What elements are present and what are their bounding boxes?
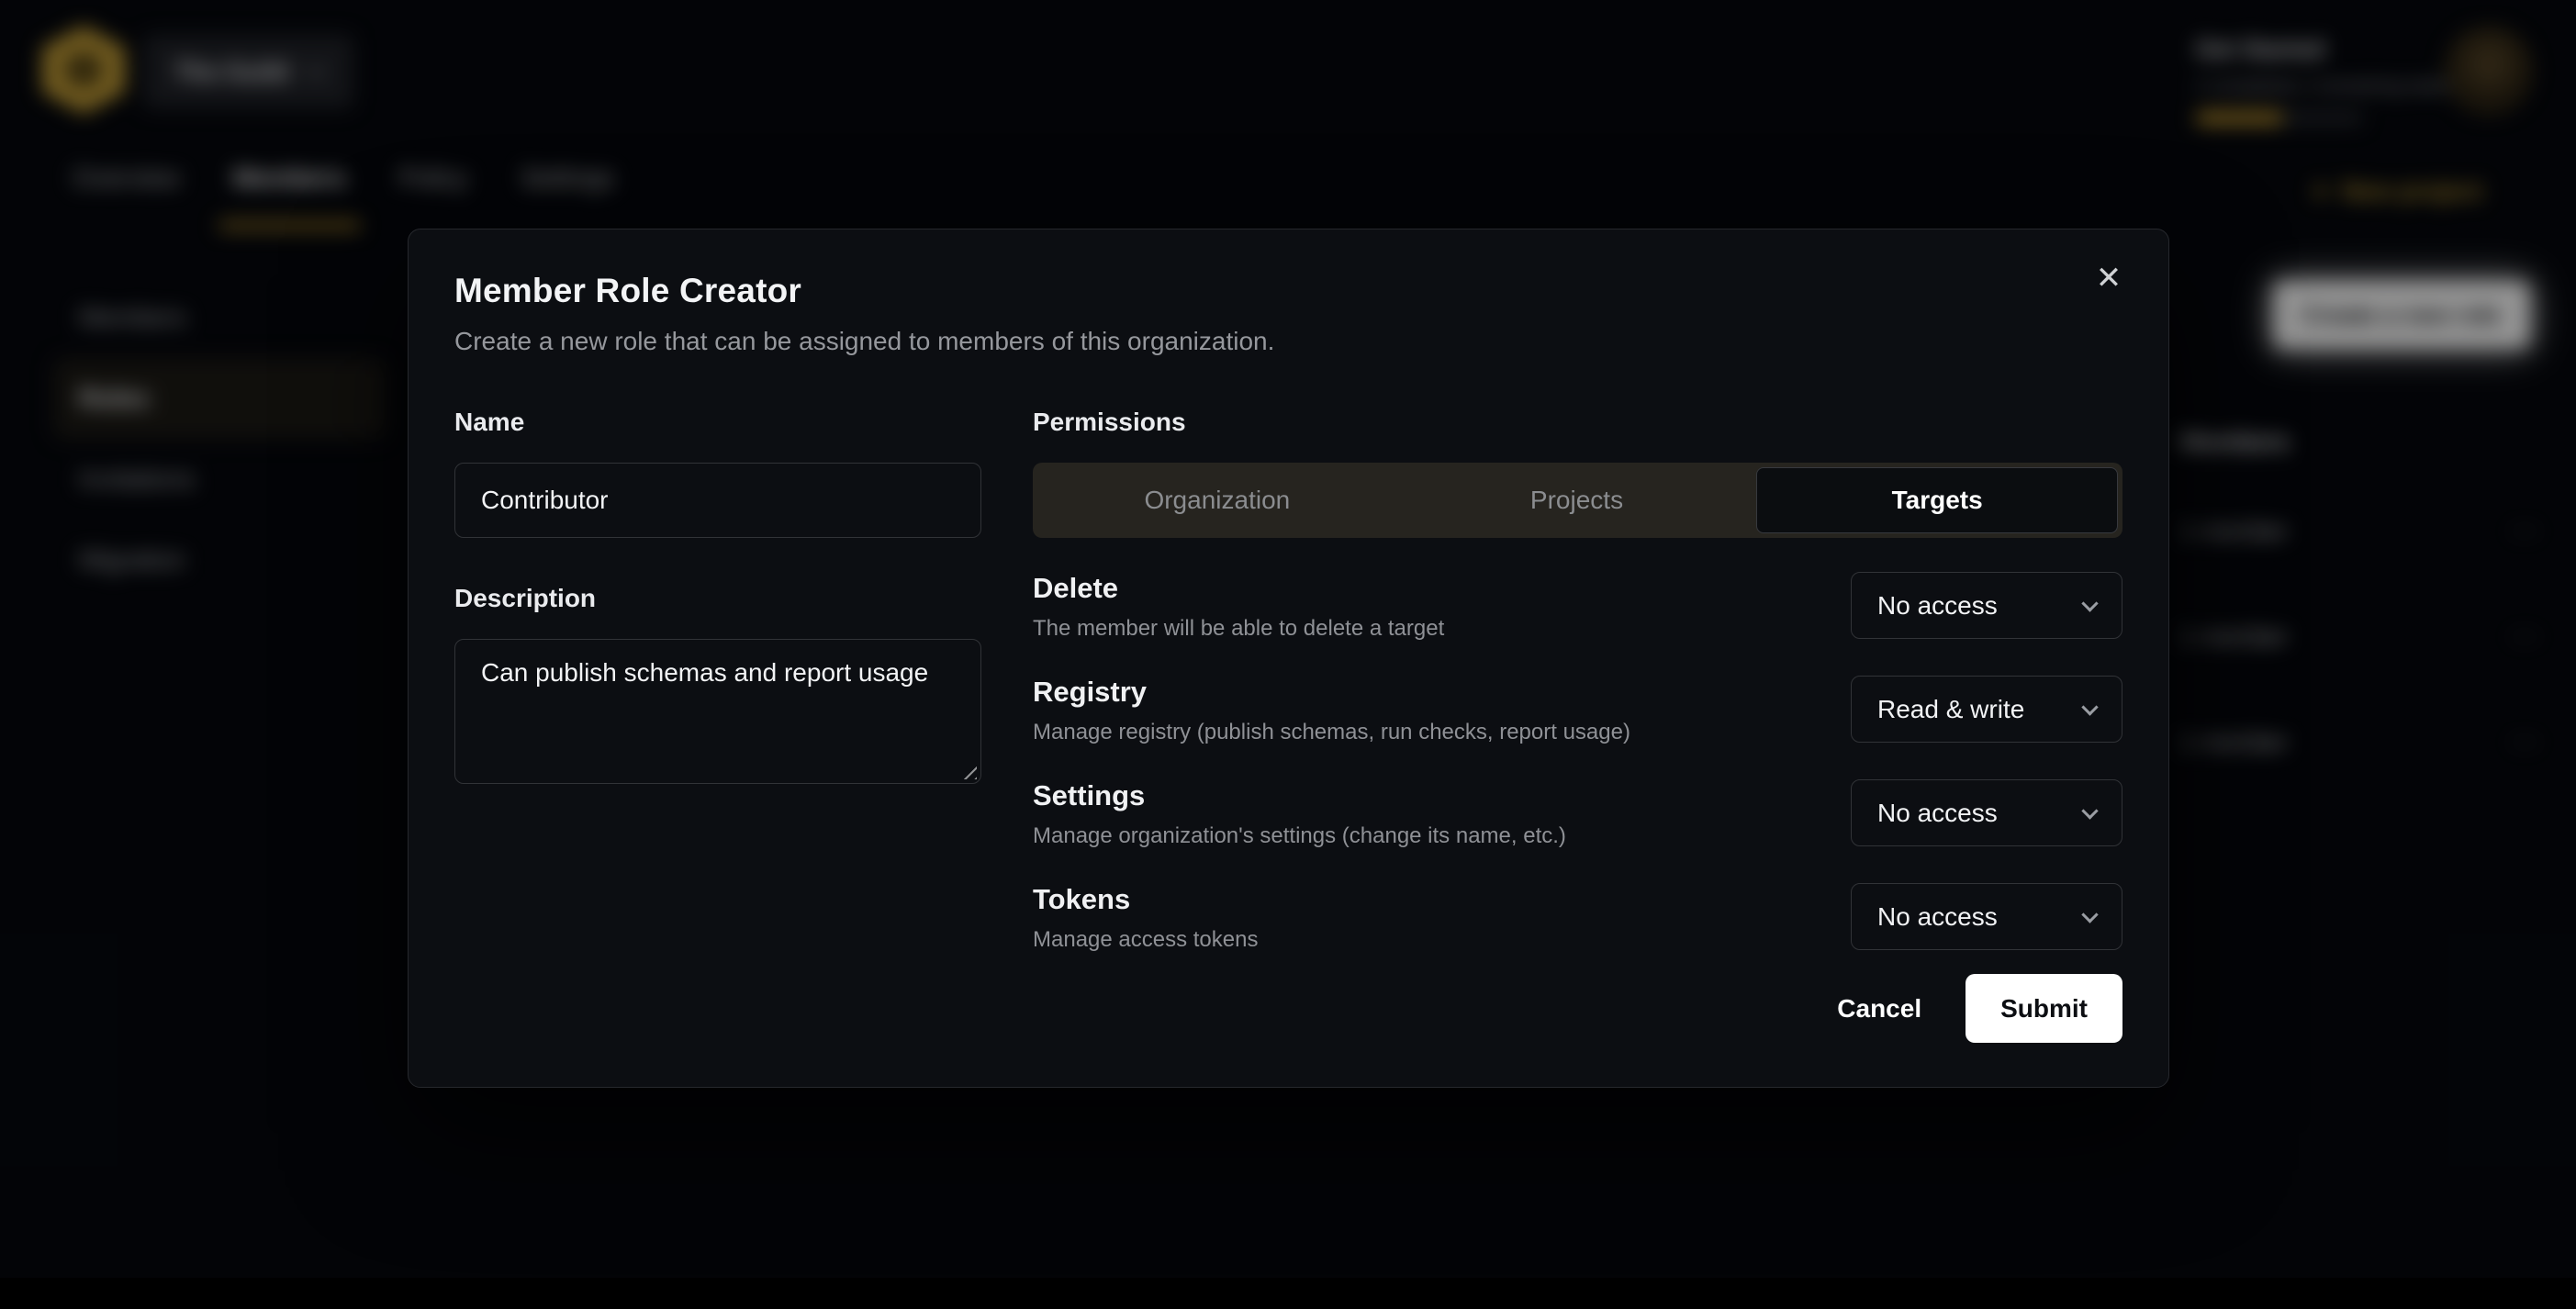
permissions-tablist: Organization Projects Targets xyxy=(1033,463,2122,538)
description-field-frame: Can publish schemas and report usage xyxy=(454,639,981,784)
permissions-tab-targets[interactable]: Targets xyxy=(1756,467,2118,533)
dialog-subtitle: Create a new role that can be assigned t… xyxy=(454,327,2122,356)
registry-access-select[interactable]: Read & write xyxy=(1851,676,2122,743)
permissions-tab-organization[interactable]: Organization xyxy=(1037,467,1397,533)
permission-info: Registry Manage registry (publish schema… xyxy=(1033,676,1630,745)
permissions-label: Permissions xyxy=(1033,408,2122,437)
permission-info: Tokens Manage access tokens xyxy=(1033,883,1258,953)
delete-access-select[interactable]: No access xyxy=(1851,572,2122,639)
permission-row-tokens: Tokens Manage access tokens No access xyxy=(1033,883,2122,953)
member-role-creator-dialog: Member Role Creator Create a new role th… xyxy=(408,229,2169,1088)
name-label: Name xyxy=(454,408,981,437)
permission-row-settings: Settings Manage organization's settings … xyxy=(1033,779,2122,849)
submit-button[interactable]: Submit xyxy=(1966,974,2122,1043)
form-left-column: Name Description Can publish schemas and… xyxy=(454,408,981,953)
name-input[interactable] xyxy=(454,463,981,538)
permission-description: Manage access tokens xyxy=(1033,927,1258,953)
tokens-access-select[interactable]: No access xyxy=(1851,883,2122,950)
description-textarea[interactable]: Can publish schemas and report usage xyxy=(455,640,980,783)
permission-info: Settings Manage organization's settings … xyxy=(1033,779,1566,849)
select-value: No access xyxy=(1877,799,1998,828)
permission-info: Delete The member will be able to delete… xyxy=(1033,572,1444,642)
chevron-down-icon xyxy=(2081,906,2098,923)
app-screen: The Guild Get Started 2 completed, 3 rem… xyxy=(0,0,2576,1309)
permission-row-delete: Delete The member will be able to delete… xyxy=(1033,572,2122,642)
select-value: No access xyxy=(1877,902,1998,932)
permission-description: Manage registry (publish schemas, run ch… xyxy=(1033,720,1630,745)
permissions-tab-projects[interactable]: Projects xyxy=(1397,467,1757,533)
permission-title: Delete xyxy=(1033,572,1444,605)
description-label: Description xyxy=(454,584,981,613)
permission-title: Registry xyxy=(1033,676,1630,709)
permission-title: Settings xyxy=(1033,779,1566,812)
select-value: No access xyxy=(1877,591,1998,621)
permission-row-registry: Registry Manage registry (publish schema… xyxy=(1033,676,2122,745)
dialog-title: Member Role Creator xyxy=(454,272,2122,310)
select-value: Read & write xyxy=(1877,695,2024,724)
form-right-column: Permissions Organization Projects Target… xyxy=(1033,408,2122,953)
cancel-button[interactable]: Cancel xyxy=(1804,974,1954,1043)
chevron-down-icon xyxy=(2081,699,2098,715)
settings-access-select[interactable]: No access xyxy=(1851,779,2122,846)
permission-description: The member will be able to delete a targ… xyxy=(1033,616,1444,642)
close-icon[interactable]: ✕ xyxy=(2084,253,2134,303)
chevron-down-icon xyxy=(2081,802,2098,819)
permission-description: Manage organization's settings (change i… xyxy=(1033,823,1566,849)
chevron-down-icon xyxy=(2081,595,2098,611)
dialog-footer: Cancel Submit xyxy=(1804,974,2122,1043)
permission-title: Tokens xyxy=(1033,883,1258,916)
role-form: Name Description Can publish schemas and… xyxy=(454,408,2122,953)
